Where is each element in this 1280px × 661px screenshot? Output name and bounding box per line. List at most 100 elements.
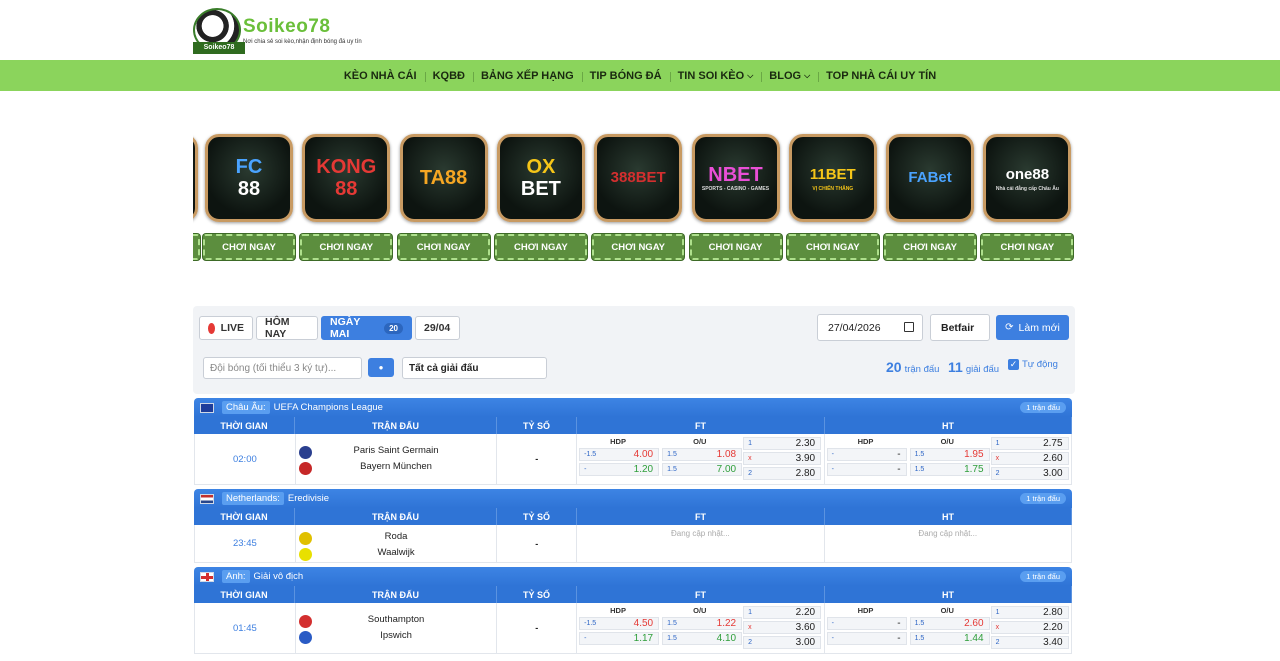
league-match-count: 1 trận đấu <box>1020 493 1066 504</box>
match-teams[interactable]: Roda Waalwijk <box>296 525 498 562</box>
casino-logo-line1: FABet <box>908 169 952 186</box>
match-row[interactable]: 23:45 Roda Waalwijk - Đang cập nhật... Đang c… <box>194 525 1072 563</box>
casino-card-11bet[interactable]: 11BET VỊ CHIẾN THẮNG CHƠI NGAY <box>786 132 879 260</box>
play-button[interactable]: CHƠI NGAY <box>592 234 685 260</box>
hdp-odds-cell[interactable]: -1.5 4.50 <box>579 617 660 630</box>
today-label: HÔM NAY <box>265 316 290 340</box>
x12-odds-cell[interactable]: x 2.60 <box>990 452 1069 465</box>
nav-item-3[interactable]: TIP BÓNG ĐÁ <box>581 70 670 82</box>
casino-card-ta88[interactable]: TA88 CHƠI NGAY <box>397 132 490 260</box>
match-row[interactable]: 01:45 Southampton Ipswich - HDP O/U -1.5 4.50-1… <box>194 603 1072 654</box>
provider-select[interactable]: Betfair <box>930 314 990 341</box>
casino-card-nbet[interactable]: NBET SPORTS - CASINO - GAMES CHƠI NGAY <box>689 132 782 260</box>
x12-odds-cell[interactable]: 1 2.20 <box>743 606 822 619</box>
checkbox-checked-icon: ✓ <box>1008 359 1019 370</box>
casino-card-fc88[interactable]: FC 88 CHƠI NGAY <box>203 132 295 260</box>
nav-item-2[interactable]: BẢNG XẾP HẠNG <box>472 70 582 82</box>
hdp-odds-cell[interactable]: -- <box>826 632 907 645</box>
league-header[interactable]: Châu Âu: UEFA Champions League 1 trận đấu <box>194 398 1072 417</box>
play-button[interactable]: CHƠI NGAY <box>397 234 490 260</box>
casino-logo-line1: NBET <box>708 163 763 186</box>
ou-odds-cell[interactable]: 1.5 1.22 <box>662 617 743 630</box>
nav-item-0[interactable]: KÈO NHÀ CÁI <box>336 70 425 82</box>
hdp-odds-cell[interactable]: -- <box>826 463 907 476</box>
play-button[interactable]: CHƠI NGAY <box>494 234 587 260</box>
casino-logo-388bet: 388BET <box>594 134 683 222</box>
casino-card-partial[interactable]: CHƠI NGAY <box>193 132 200 260</box>
column-score: TỶ SỐ <box>497 508 577 525</box>
ou-odds-cell[interactable]: 1.5 4.10 <box>662 632 743 645</box>
nav-item-1[interactable]: KQBĐ <box>424 70 473 82</box>
match-row[interactable]: 02:00 Paris Saint Germain Bayern München - H… <box>194 434 1072 485</box>
match-score: - <box>497 525 578 562</box>
main-nav: KÈO NHÀ CÁI KQBĐ BẢNG XẾP HẠNG TIP BÓNG ĐÁ T… <box>0 60 1280 91</box>
casino-card-one88[interactable]: one88 Nhà cái đẳng cấp Châu Âu CHƠI NGAY <box>981 132 1074 260</box>
x12-odds-cell[interactable]: 1 2.75 <box>990 437 1069 450</box>
search-button[interactable]: ● <box>368 358 394 377</box>
away-team-name: Ipswich <box>380 630 412 641</box>
hdp-odds-cell[interactable]: - 1.20 <box>579 463 660 476</box>
ou-odds-cell[interactable]: 1.5 1.95 <box>909 448 990 461</box>
auto-refresh-toggle[interactable]: ✓ Tự động <box>1008 359 1058 370</box>
odds-line: 2 <box>748 470 753 477</box>
ft-odds: HDP O/U -1.5 4.50-1.17 1.5 1.22 1.5 4.10 1 2.20 x 3… <box>577 603 825 653</box>
match-score: - <box>497 434 578 484</box>
ou-odds-cell[interactable]: 1.5 7.00 <box>662 463 743 476</box>
ft-odds: Đang cập nhật... <box>577 525 825 562</box>
x12-odds-cell[interactable]: x 3.60 <box>743 621 822 634</box>
play-button-partial[interactable]: CHƠI NGAY <box>193 234 200 260</box>
team-search-input[interactable]: Đội bóng (tối thiểu 3 ký tự)... <box>203 357 362 379</box>
site-logo[interactable]: Soikeo78 Soikeo78 Nơi chia sẻ soi kèo,nh… <box>193 8 362 54</box>
casino-carousel[interactable]: CHƠI NGAYFC88CHƠI NGAYKONG88CHƠI NGAYTA8… <box>193 132 1075 264</box>
play-button[interactable]: CHƠI NGAY <box>689 234 782 260</box>
league-select-label: Tất cả giải đấu <box>409 362 479 374</box>
play-button[interactable]: CHƠI NGAY <box>786 234 879 260</box>
hdp-odds-cell[interactable]: - 1.17 <box>579 632 660 645</box>
ou-odds-cell[interactable]: 1.5 1.08 <box>662 448 743 461</box>
ft-odds: HDP O/U -1.5 4.00-1.20 1.5 1.08 1.5 7.00 1 2.30 x 3… <box>577 434 825 484</box>
league-header[interactable]: Netherlands: Eredivisie 1 trận đấu <box>194 489 1072 508</box>
casino-logo-text: 388BET <box>611 167 666 189</box>
date-input[interactable]: 27/04/2026 <box>817 314 923 341</box>
chevron-down-icon: ⌵ <box>804 70 811 80</box>
league-select[interactable]: Tất cả giải đấu <box>402 357 547 379</box>
x12-odds-cell[interactable]: 2 3.00 <box>990 467 1069 480</box>
casino-logo-line2: Nhà cái đẳng cấp Châu Âu <box>995 185 1059 192</box>
match-teams[interactable]: Southampton Ipswich <box>296 603 498 653</box>
x12-odds-cell[interactable]: 2 2.80 <box>743 467 822 480</box>
play-button[interactable]: CHƠI NGAY <box>884 234 977 260</box>
casino-logo-text: NBET SPORTS - CASINO - GAMES <box>702 164 769 193</box>
nav-item-6[interactable]: TOP NHÀ CÁI UY TÍN <box>818 70 944 82</box>
ou-odds-cell[interactable]: 1.5 1.44 <box>909 632 990 645</box>
match-teams[interactable]: Paris Saint Germain Bayern München <box>296 434 498 484</box>
play-button[interactable]: CHƠI NGAY <box>203 234 295 260</box>
play-button[interactable]: CHƠI NGAY <box>981 234 1074 260</box>
odds-line: 1.5 <box>667 451 677 458</box>
casino-card-388bet[interactable]: 388BET CHƠI NGAY <box>592 132 685 260</box>
nav-item-4[interactable]: TIN SOI KÈO ⌵ <box>669 70 762 82</box>
today-button[interactable]: HÔM NAY <box>256 316 318 340</box>
x12-odds-cell[interactable]: x 3.90 <box>743 452 822 465</box>
casino-logo-line1: FC <box>235 156 263 178</box>
casino-card-fabet[interactable]: FABet CHƠI NGAY <box>884 132 977 260</box>
hdp-odds-cell[interactable]: -- <box>826 617 907 630</box>
play-button[interactable]: CHƠI NGAY <box>300 234 393 260</box>
ou-odds-cell[interactable]: 1.5 2.60 <box>909 617 990 630</box>
x12-odds-cell[interactable]: 2 3.00 <box>743 636 822 649</box>
casino-card-kong88[interactable]: KONG 88 CHƠI NGAY <box>300 132 393 260</box>
x12-odds-cell[interactable]: 1 2.80 <box>990 606 1069 619</box>
league-header[interactable]: Anh: Giải vô địch 1 trận đấu <box>194 567 1072 586</box>
x12-odds-cell[interactable]: 2 3.40 <box>990 636 1069 649</box>
odds-value: 2.30 <box>795 438 816 449</box>
casino-card-oxbet[interactable]: OX BET CHƠI NGAY <box>494 132 587 260</box>
x12-odds-cell[interactable]: 1 2.30 <box>743 437 822 450</box>
live-button[interactable]: LIVE <box>199 316 253 340</box>
nav-item-5[interactable]: BLOG ⌵ <box>761 70 818 82</box>
refresh-button[interactable]: ⟳ Làm mới <box>996 315 1069 340</box>
date-29-04-button[interactable]: 29/04 <box>415 316 460 340</box>
x12-odds-cell[interactable]: x 2.20 <box>990 621 1069 634</box>
tomorrow-button[interactable]: NGÀY MAI 20 <box>321 316 412 340</box>
hdp-odds-cell[interactable]: -- <box>826 448 907 461</box>
hdp-odds-cell[interactable]: -1.5 4.00 <box>579 448 660 461</box>
ou-odds-cell[interactable]: 1.5 1.75 <box>909 463 990 476</box>
